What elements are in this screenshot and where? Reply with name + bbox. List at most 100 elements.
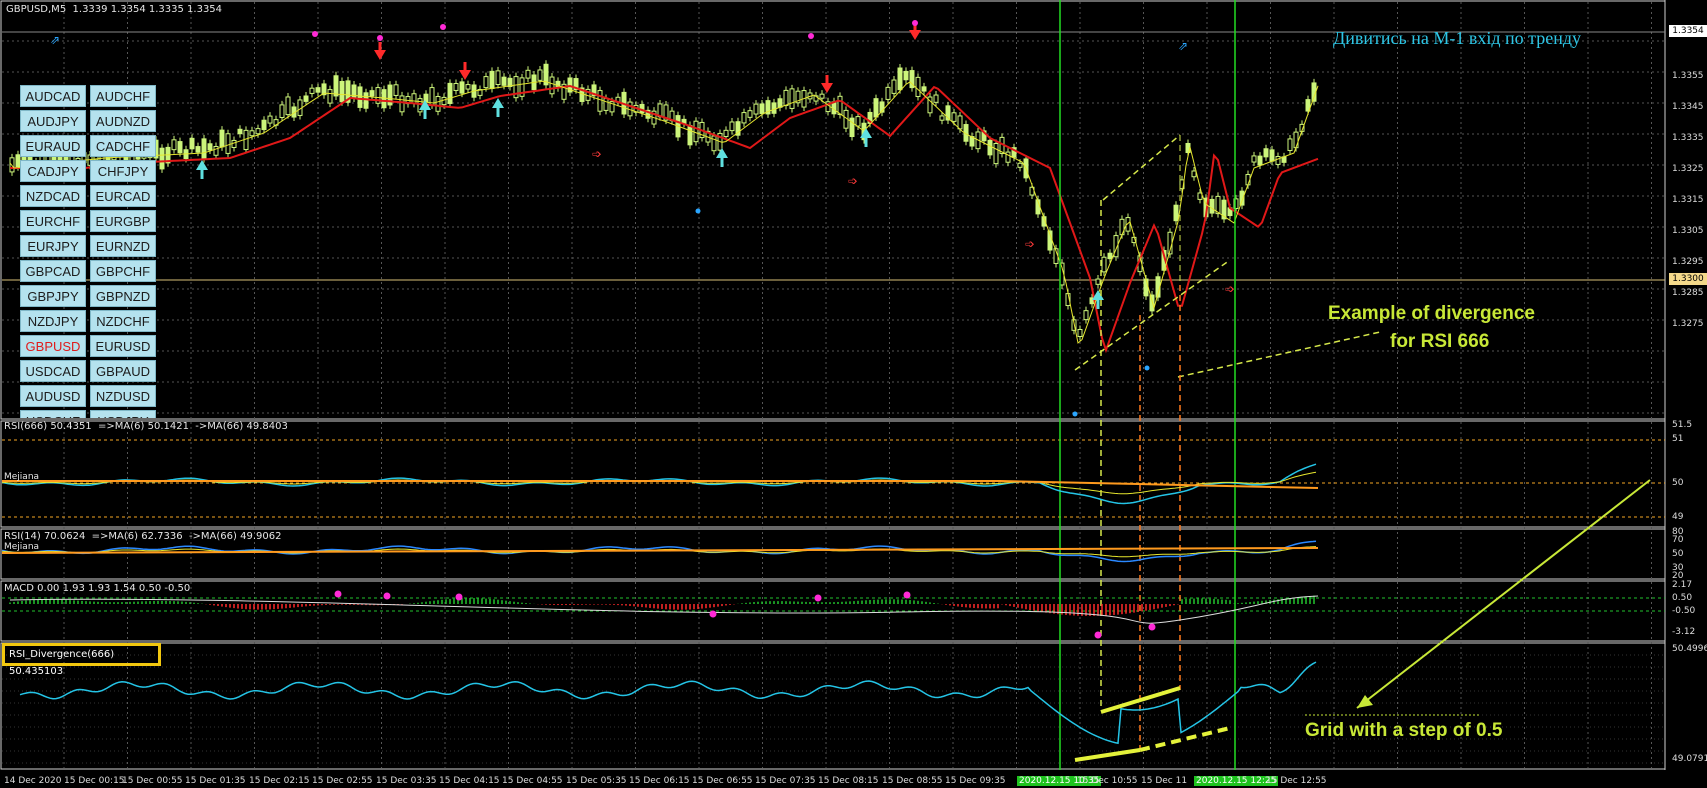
symbol-button-gbpnzd[interactable]: GBPNZD: [90, 285, 156, 307]
annotation-pointer: [1177, 331, 1381, 378]
candle-body: [777, 98, 783, 108]
symbol-button-nzdjpy[interactable]: NZDJPY: [20, 310, 86, 332]
candle-body: [237, 128, 243, 135]
candle-body: [1209, 198, 1215, 214]
time-tick: 15 Dec 03:35: [376, 776, 437, 786]
symbol-button-gbpusd[interactable]: GBPUSD: [20, 335, 86, 357]
candle-body: [597, 90, 603, 112]
symbol-button-usdjpy[interactable]: USDJPY: [90, 410, 156, 418]
candle-body: [435, 96, 441, 112]
candle-body: [1269, 149, 1275, 162]
symbol-button-audjpy[interactable]: AUDJPY: [20, 110, 86, 132]
price-tick: 1.3325: [1672, 164, 1704, 174]
symbol-button-eurchf[interactable]: EURCHF: [20, 210, 86, 232]
candle-body: [1257, 155, 1263, 166]
symbol-button-gbpcad[interactable]: GBPCAD: [20, 260, 86, 282]
indicator-tick: 0.50: [1672, 593, 1693, 603]
candle-body: [921, 86, 927, 92]
price-tick: 1.3275: [1672, 319, 1704, 329]
symbol-button-gbpjpy[interactable]: GBPJPY: [20, 285, 86, 307]
candle-body: [1083, 310, 1089, 321]
time-tick: 15 Dec 02:55: [312, 776, 373, 786]
ukrainian-note: Дивитись на M-1 вхід по тренду: [1333, 28, 1582, 48]
symbol-button-audusd[interactable]: AUDUSD: [20, 385, 86, 407]
symbol-button-nzdchf[interactable]: NZDCHF: [90, 310, 156, 332]
candle-body: [951, 112, 957, 122]
time-tick: 15 Dec 08:55: [882, 776, 943, 786]
macd-dot: [709, 610, 717, 618]
candle-body: [1287, 138, 1293, 151]
symbol-button-audnzd[interactable]: AUDNZD: [90, 110, 156, 132]
candle-body: [489, 70, 495, 89]
candle-body: [729, 121, 735, 132]
candle-body: [1143, 278, 1149, 297]
rsi14-side-label: Mejiana: [4, 542, 40, 552]
candle-body: [771, 102, 777, 114]
time-tick: 15 Dec 02:15: [249, 776, 310, 786]
time-tick: 15 Dec 01:35: [185, 776, 246, 786]
indicator-tick: 2.17: [1672, 580, 1693, 590]
candle-body: [309, 87, 315, 94]
candle-body: [189, 137, 195, 150]
candle-body: [783, 89, 789, 106]
candle-body: [915, 76, 921, 98]
signal-dot: [808, 33, 814, 39]
time-tick: 15 Dec 08:15: [818, 776, 879, 786]
candle-body: [753, 103, 759, 115]
symbol-button-eurnzd[interactable]: EURNZD: [90, 235, 156, 257]
symbol-button-usdchf[interactable]: USDCHF: [20, 410, 86, 418]
sell-signal-glyph: ➩: [592, 147, 602, 161]
symbol-button-eurcad[interactable]: EURCAD: [90, 185, 156, 207]
rsi14-title: RSI(14) 70.0624 =>MA(6) 62.7336 ->MA(66)…: [4, 531, 282, 542]
symbol-button-chfjpy[interactable]: CHFJPY: [90, 160, 156, 182]
symbol-button-eurgbp[interactable]: EURGBP: [90, 210, 156, 232]
candle-body: [987, 139, 993, 156]
symbol-button-usdcad[interactable]: USDCAD: [20, 360, 86, 382]
time-tick: 15 Dec 04:55: [502, 776, 563, 786]
macd-dot: [334, 590, 342, 598]
macd-dot: [1094, 631, 1102, 639]
symbol-button-audcad[interactable]: AUDCAD: [20, 85, 86, 107]
symbol-button-eurusd[interactable]: EURUSD: [90, 335, 156, 357]
indicator-tick: 49.07910: [1672, 754, 1707, 764]
candle-body: [225, 133, 231, 154]
rsi-divergence-title-box: RSI_Divergence(666) 50.435103: [2, 643, 161, 677]
time-tick: 15 Dec 05:35: [566, 776, 627, 786]
candle-body: [159, 147, 165, 170]
candle-body: [363, 92, 369, 109]
macd-dot: [1148, 623, 1156, 631]
rsi666-ma66-line: [2, 480, 1319, 489]
divergence-low-line: [1139, 726, 1231, 752]
candle-body: [171, 139, 177, 151]
indicator-tick: -0.50: [1672, 606, 1696, 616]
symbol-button-nzdusd[interactable]: NZDUSD: [90, 385, 156, 407]
candle-body: [177, 141, 183, 154]
time-tick: 15 Dec 11: [1141, 776, 1188, 786]
candle-body: [885, 86, 891, 100]
candle-body: [327, 89, 333, 104]
candle-body: [1275, 156, 1281, 165]
symbol-button-cadjpy[interactable]: CADJPY: [20, 160, 86, 182]
symbol-button-cadchf[interactable]: CADCHF: [90, 135, 156, 157]
candle-body: [201, 138, 207, 160]
symbol-button-gbpaud[interactable]: GBPAUD: [90, 360, 156, 382]
candle-body: [549, 76, 555, 95]
time-tick: 15 Dec 07:35: [755, 776, 816, 786]
symbol-button-audchf[interactable]: AUDCHF: [90, 85, 156, 107]
candle-body: [933, 94, 939, 103]
symbol-button-nzdcad[interactable]: NZDCAD: [20, 185, 86, 207]
indicator-tick: 70: [1672, 535, 1684, 545]
signal-dot: [695, 208, 701, 214]
time-tick: 15 Dec 10:55: [1077, 776, 1138, 786]
symbol-button-gbpchf[interactable]: GBPCHF: [90, 260, 156, 282]
candle-body: [483, 76, 489, 89]
candle-body: [939, 115, 945, 121]
candle-body: [369, 90, 375, 97]
symbol-button-eurjpy[interactable]: EURJPY: [20, 235, 86, 257]
time-tick: 15 Dec 00:15: [64, 776, 125, 786]
candle-body: [261, 119, 267, 131]
candle-body: [213, 146, 219, 156]
candle-body: [525, 69, 531, 79]
symbol-button-euraud[interactable]: EURAUD: [20, 135, 86, 157]
indicator-tick: 49: [1672, 512, 1684, 522]
